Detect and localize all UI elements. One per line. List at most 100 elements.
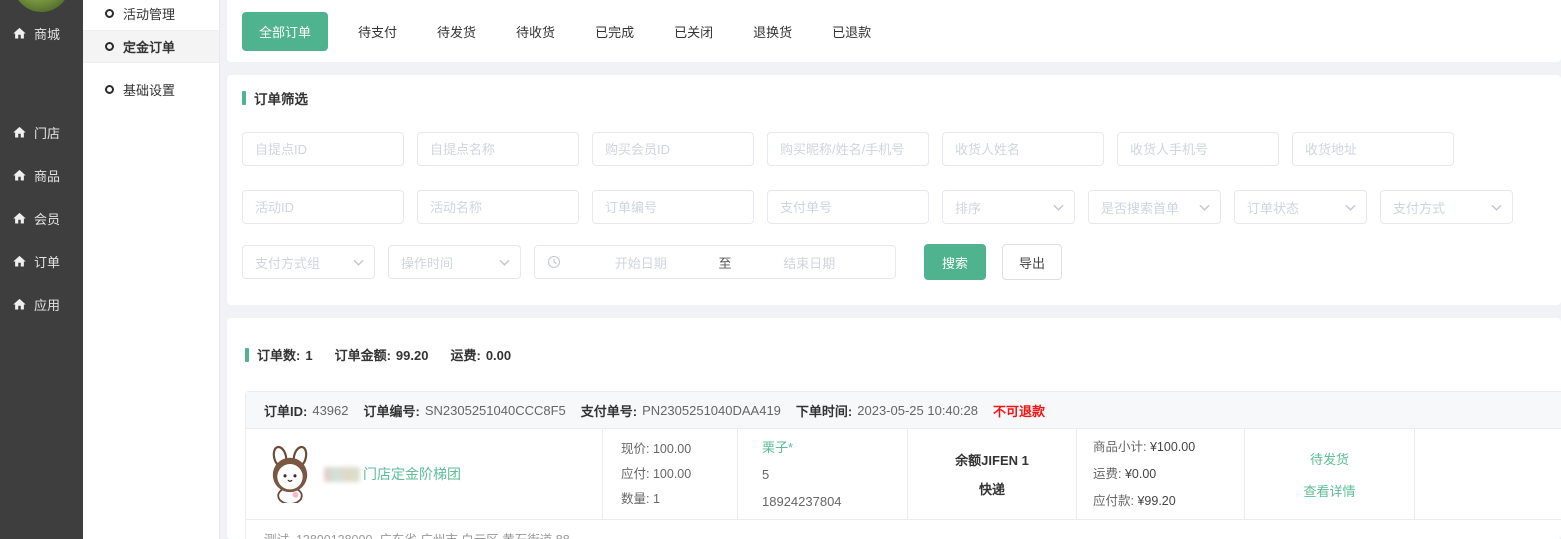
order-sn-label: 订单编号: bbox=[364, 401, 420, 420]
select-value: 操作时间 bbox=[401, 253, 453, 272]
payable-line: 应付款: ¥99.20 bbox=[1093, 488, 1244, 515]
summary-amount-value: 99.20 bbox=[396, 348, 429, 363]
select-value: 订单状态 bbox=[1247, 198, 1299, 217]
home-icon bbox=[12, 168, 27, 183]
sidebar-item-label: 商品 bbox=[34, 166, 60, 185]
sidebar-item-member[interactable]: 会员 bbox=[0, 203, 83, 233]
qty-line: 数量: 1 bbox=[621, 487, 737, 512]
freight-value: ¥0.00 bbox=[1125, 467, 1156, 481]
green-bar-icon bbox=[242, 91, 246, 105]
sort-select[interactable]: 排序 bbox=[942, 190, 1075, 224]
orders-panel: 订单数:1 订单金额: 99.20 运费:0.00 订单ID: 43962 订单编… bbox=[227, 318, 1561, 539]
order-card-header: 订单ID: 43962 订单编号: SN2305251040CCC8F5 支付单… bbox=[246, 392, 1561, 429]
chevron-down-icon bbox=[1345, 204, 1356, 211]
product-name-link[interactable]: 门店定金阶梯团 bbox=[324, 464, 461, 484]
buyer-nickname-link[interactable]: 栗子* bbox=[762, 434, 907, 461]
order-card: 订单ID: 43962 订单编号: SN2305251040CCC8F5 支付单… bbox=[245, 391, 1561, 539]
select-value: 支付方式 bbox=[1393, 198, 1445, 217]
chevron-down-icon bbox=[353, 259, 364, 266]
start-date-field[interactable]: 开始日期 bbox=[567, 253, 715, 272]
tab-pending-shipment[interactable]: 待发货 bbox=[437, 22, 476, 41]
summary-freight-label: 运费: bbox=[450, 348, 480, 363]
sidebar-item-label: 门店 bbox=[34, 123, 60, 142]
order-status-tabs: 全部订单 待支付 待发货 待收货 已完成 已关闭 退换货 已退款 bbox=[227, 0, 1561, 62]
price-value: 100.00 bbox=[653, 442, 691, 456]
sidebar-item-order[interactable]: 订单 bbox=[0, 246, 83, 276]
tab-completed[interactable]: 已完成 bbox=[595, 22, 634, 41]
freight-label: 运费: bbox=[1093, 467, 1121, 481]
secondary-sidebar: 活动管理 定金订单 基础设置 bbox=[83, 0, 220, 539]
order-id-label: 订单ID: bbox=[264, 401, 307, 420]
chevron-down-icon bbox=[499, 259, 510, 266]
buyer-nickname-input[interactable] bbox=[767, 132, 929, 166]
receiver-name-input[interactable] bbox=[942, 132, 1104, 166]
qty-value: 1 bbox=[653, 492, 660, 506]
summary-amount-label: 订单金额: bbox=[335, 348, 391, 363]
order-address: 测试 13800138000 广东省 广州市 白云区 黄石街道 88 bbox=[246, 519, 1561, 539]
qty-label: 数量: bbox=[621, 492, 649, 506]
order-status-select[interactable]: 订单状态 bbox=[1234, 190, 1367, 224]
summary-freight: 运费:0.00 bbox=[450, 345, 511, 364]
export-button[interactable]: 导出 bbox=[1002, 244, 1062, 280]
sidebar-item-label: 订单 bbox=[34, 252, 60, 271]
tab-refunded[interactable]: 已退款 bbox=[832, 22, 871, 41]
activity-id-input[interactable] bbox=[242, 190, 404, 224]
sidebar-item-label: 会员 bbox=[34, 209, 60, 228]
home-icon bbox=[12, 125, 27, 140]
order-sn-input[interactable] bbox=[592, 190, 754, 224]
primary-sidebar: 商城 门店 商品 会员 订单 应用 bbox=[0, 0, 83, 539]
sidebar-item-label: 应用 bbox=[34, 295, 60, 314]
buyer-member-id: 5 bbox=[762, 461, 907, 488]
summary-count-value: 1 bbox=[305, 348, 312, 363]
circle-icon bbox=[105, 85, 114, 94]
end-date-field[interactable]: 结束日期 bbox=[736, 253, 884, 272]
receiver-phone-input[interactable] bbox=[1117, 132, 1279, 166]
sidebar-item-store[interactable]: 门店 bbox=[0, 117, 83, 147]
summary-order-amount: 订单金额: 99.20 bbox=[335, 345, 429, 364]
submenu-item-basic-settings[interactable]: 基础设置 bbox=[83, 73, 219, 106]
tab-pending-receipt[interactable]: 待收货 bbox=[516, 22, 555, 41]
date-range-picker[interactable]: 开始日期 至 结束日期 bbox=[534, 245, 896, 279]
tab-all-orders[interactable]: 全部订单 bbox=[242, 12, 328, 51]
home-icon bbox=[12, 211, 27, 226]
payment-sn-value: PN2305251040DAA419 bbox=[642, 403, 781, 418]
home-icon bbox=[12, 26, 27, 41]
product-cell: 门店定金阶梯团 bbox=[246, 429, 602, 519]
filter-row-1 bbox=[242, 132, 1546, 166]
sidebar-item-mall[interactable]: 商城 bbox=[0, 18, 83, 48]
home-icon bbox=[12, 254, 27, 269]
tab-closed[interactable]: 已关闭 bbox=[674, 22, 713, 41]
payment-sn-input[interactable] bbox=[767, 190, 929, 224]
date-separator: 至 bbox=[715, 253, 736, 272]
select-value: 支付方式组 bbox=[255, 253, 320, 272]
sidebar-item-app[interactable]: 应用 bbox=[0, 289, 83, 319]
receiver-address-input[interactable] bbox=[1292, 132, 1454, 166]
payment-group-select[interactable]: 支付方式组 bbox=[242, 245, 375, 279]
subtotal-value: ¥100.00 bbox=[1150, 440, 1195, 454]
payment-method-select[interactable]: 支付方式 bbox=[1380, 190, 1513, 224]
status-badge: 待发货 bbox=[1310, 449, 1349, 468]
due-label: 应付: bbox=[621, 467, 649, 481]
tab-pending-payment[interactable]: 待支付 bbox=[358, 22, 397, 41]
first-order-select[interactable]: 是否搜索首单 bbox=[1088, 190, 1221, 224]
search-button[interactable]: 搜索 bbox=[924, 244, 986, 280]
operation-time-select[interactable]: 操作时间 bbox=[388, 245, 521, 279]
payable-value: ¥99.20 bbox=[1137, 494, 1175, 508]
pickup-point-id-input[interactable] bbox=[242, 132, 404, 166]
summary-order-count: 订单数:1 bbox=[257, 345, 313, 364]
actions-cell bbox=[1414, 429, 1561, 519]
activity-name-input[interactable] bbox=[417, 190, 579, 224]
buyer-cell: 栗子* 5 18924237804 bbox=[737, 429, 907, 519]
sidebar-item-goods[interactable]: 商品 bbox=[0, 160, 83, 190]
price-cell: 现价: 100.00 应付: 100.00 数量: 1 bbox=[602, 429, 737, 519]
green-bar-icon bbox=[245, 348, 249, 362]
pickup-point-name-input[interactable] bbox=[417, 132, 579, 166]
tab-return-exchange[interactable]: 退换货 bbox=[753, 22, 792, 41]
buyer-member-id-input[interactable] bbox=[592, 132, 754, 166]
buyer-phone: 18924237804 bbox=[762, 488, 907, 515]
submenu-item-activity-management[interactable]: 活动管理 bbox=[83, 0, 219, 30]
submenu-item-deposit-orders[interactable]: 定金订单 bbox=[83, 30, 219, 63]
view-detail-link[interactable]: 查看详情 bbox=[1303, 481, 1355, 500]
status-cell: 待发货 查看详情 bbox=[1244, 429, 1414, 519]
subtotal-line: 商品小计: ¥100.00 bbox=[1093, 434, 1244, 461]
